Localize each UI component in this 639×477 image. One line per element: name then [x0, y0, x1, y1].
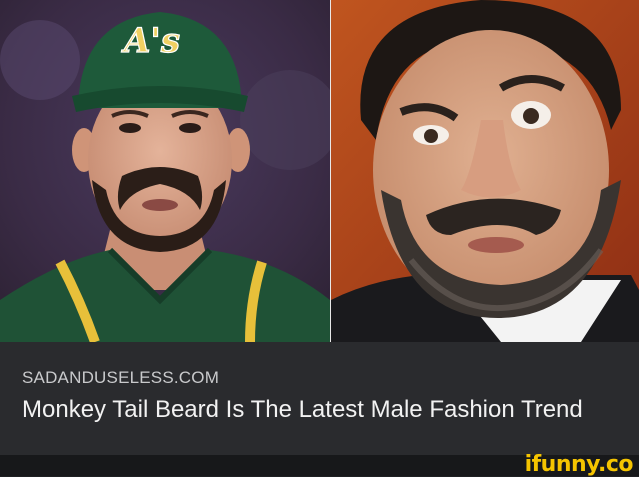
baseball-player-photo: A's: [0, 0, 330, 342]
article-headline[interactable]: Monkey Tail Beard Is The Latest Male Fas…: [22, 394, 632, 426]
cap-logo: A's: [121, 21, 180, 61]
image-collage: A's: [0, 0, 639, 342]
article-source: SADANDUSELESS.COM: [22, 368, 220, 387]
ifunny-watermark: ifunny.co: [524, 452, 634, 477]
bearded-man-photo: [331, 0, 639, 342]
